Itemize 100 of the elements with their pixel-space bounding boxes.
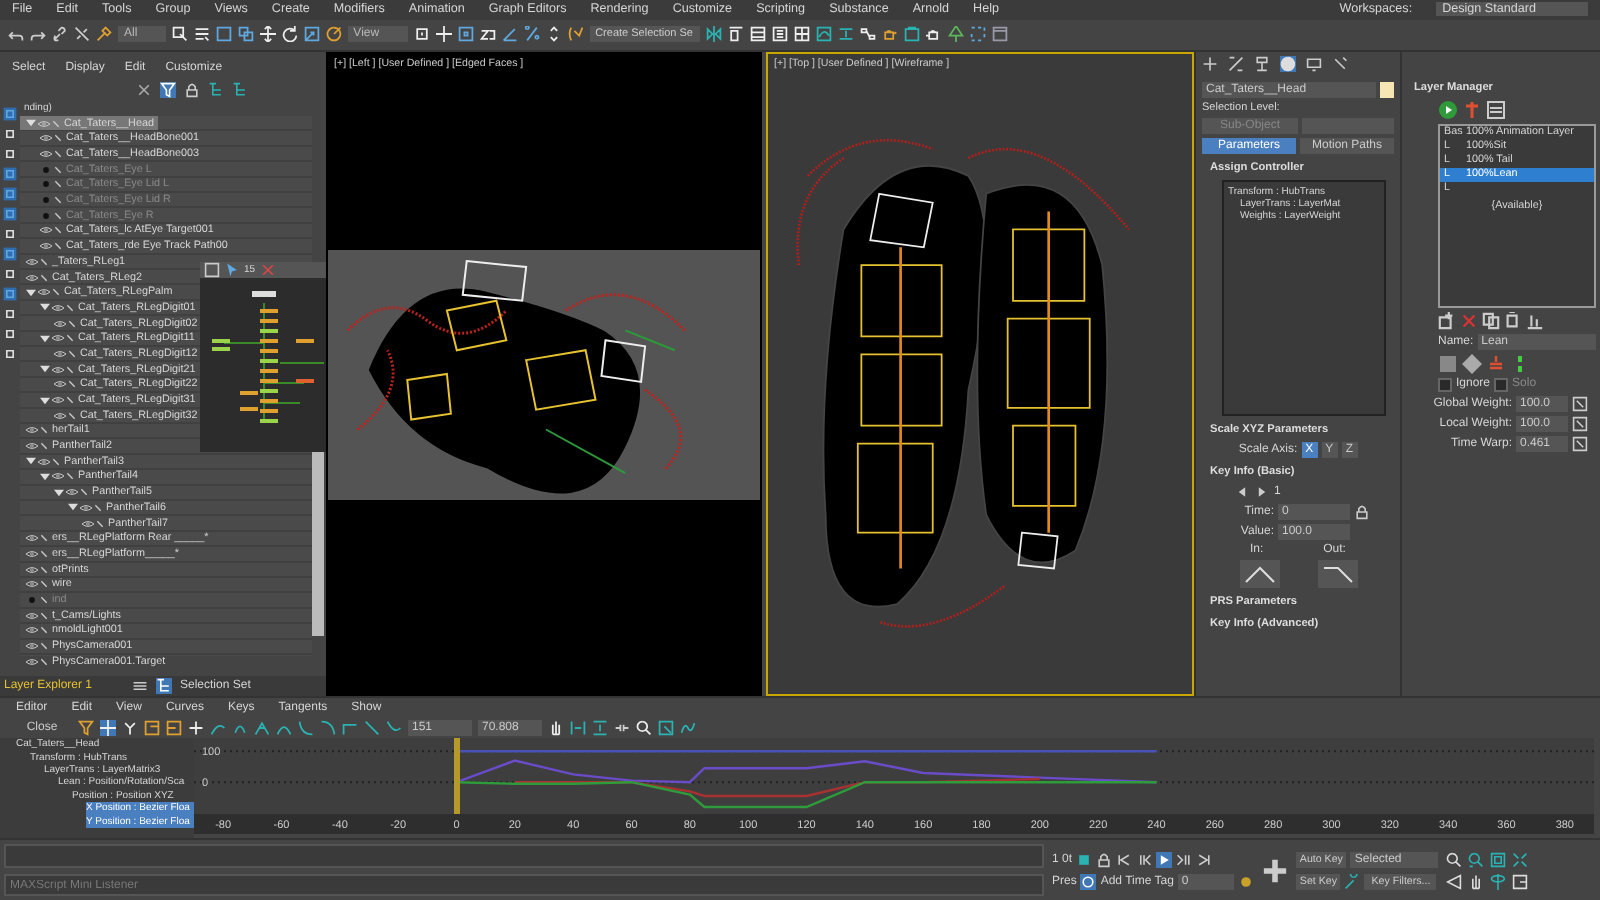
tangent-out-button[interactable] <box>1317 559 1357 588</box>
eye-icon[interactable] <box>54 380 66 389</box>
tree-icon[interactable] <box>947 26 963 43</box>
time-slider-line[interactable] <box>453 738 460 815</box>
key-icon[interactable] <box>1572 435 1588 452</box>
eye-icon[interactable] <box>40 150 52 159</box>
select-by-name-icon[interactable] <box>193 26 210 43</box>
zoom-all-icon[interactable] <box>1468 851 1485 868</box>
key-icon[interactable] <box>1572 395 1588 412</box>
hierarchy-icon[interactable] <box>1254 56 1270 73</box>
key-icon[interactable] <box>1344 873 1361 890</box>
window-icon[interactable] <box>991 26 1007 43</box>
display-icon[interactable] <box>1306 56 1322 73</box>
select-icon[interactable] <box>224 261 240 278</box>
modify-icon[interactable] <box>1228 56 1244 73</box>
move-icon[interactable] <box>259 26 276 43</box>
eye-icon[interactable] <box>26 611 38 620</box>
time-configuration-icon[interactable] <box>1237 873 1254 890</box>
eye-icon[interactable] <box>52 303 64 312</box>
pivot-icon[interactable] <box>413 26 430 43</box>
undo-icon[interactable] <box>8 26 24 43</box>
eye-icon[interactable] <box>26 442 38 451</box>
layer-list-icon[interactable] <box>749 26 765 43</box>
tangent-auto-icon[interactable] <box>254 719 270 736</box>
hidden-dot-icon[interactable] <box>40 165 52 174</box>
zoom-icon[interactable] <box>636 719 652 736</box>
eye-icon[interactable] <box>26 426 38 435</box>
eye-icon[interactable] <box>52 396 64 405</box>
link-icon[interactable] <box>52 26 68 43</box>
scale-keys-icon[interactable] <box>144 719 160 736</box>
orbit-icon[interactable] <box>1490 873 1507 890</box>
bind-icon[interactable] <box>96 26 112 43</box>
field-of-view-icon[interactable] <box>1446 873 1463 890</box>
eye-icon[interactable] <box>80 503 92 512</box>
hidden-dot-icon[interactable] <box>26 595 38 604</box>
eye-icon[interactable] <box>40 134 52 143</box>
key-icon[interactable] <box>1572 415 1588 432</box>
eye-icon[interactable] <box>82 519 94 528</box>
dope-sheet-icon[interactable] <box>837 26 853 43</box>
zoom-icon[interactable] <box>1446 851 1463 868</box>
eye-icon[interactable] <box>54 319 66 328</box>
pan-hand-icon[interactable] <box>548 719 564 736</box>
isolate-icon[interactable] <box>1076 851 1093 868</box>
align-icon[interactable] <box>727 26 743 43</box>
expand-triangle-icon[interactable] <box>40 395 50 406</box>
eye-icon[interactable] <box>26 549 38 558</box>
snap-toggle-icon[interactable] <box>457 26 474 43</box>
lock-icon[interactable] <box>1354 503 1370 520</box>
copy-icon[interactable] <box>1482 311 1500 330</box>
frame-horizontal-icon[interactable] <box>570 719 586 736</box>
tangent-slow-icon[interactable] <box>320 719 336 736</box>
expand-triangle-icon[interactable] <box>26 118 36 129</box>
unlink-icon[interactable] <box>74 26 90 43</box>
eye-icon[interactable] <box>26 657 38 666</box>
next-frame-icon[interactable] <box>1176 851 1193 868</box>
function-curve[interactable] <box>456 781 1157 809</box>
eye-icon[interactable] <box>26 565 38 574</box>
zoom-extents-all-icon[interactable] <box>1512 851 1529 868</box>
utilities-icon[interactable] <box>1332 56 1348 73</box>
link-chain-icon[interactable] <box>614 719 630 736</box>
eye-icon[interactable] <box>26 580 38 589</box>
eye-icon[interactable] <box>38 119 50 128</box>
maximize-viewport-icon[interactable] <box>1512 873 1529 890</box>
go-to-start-icon[interactable] <box>1116 851 1133 868</box>
move-keys-icon[interactable] <box>100 719 116 736</box>
curve-editor-icon[interactable] <box>815 26 831 43</box>
placement-icon[interactable] <box>325 26 342 43</box>
lock-icon[interactable] <box>1096 851 1113 868</box>
eye-icon[interactable] <box>26 534 38 543</box>
draw-curve-icon[interactable] <box>210 719 226 736</box>
frame-values-icon[interactable] <box>592 719 608 736</box>
tangent-linear-icon[interactable] <box>364 719 380 736</box>
rectangle-selection-icon[interactable] <box>215 26 232 43</box>
isolate-curve-icon[interactable] <box>680 719 696 736</box>
paste-icon[interactable] <box>1504 311 1522 330</box>
angle-snap-icon[interactable] <box>501 26 518 43</box>
window-crossing-icon[interactable] <box>237 26 254 43</box>
ribbon-icon[interactable] <box>771 26 787 43</box>
schematic-icon[interactable] <box>859 26 875 43</box>
expand-triangle-icon[interactable] <box>40 333 50 344</box>
eye-icon[interactable] <box>52 472 64 481</box>
eye-icon[interactable] <box>66 488 78 497</box>
pan-hand-icon[interactable] <box>1468 873 1485 890</box>
eye-icon[interactable] <box>52 334 64 343</box>
eye-icon[interactable] <box>40 242 52 251</box>
eye-icon[interactable] <box>38 288 50 297</box>
eye-icon[interactable] <box>52 365 64 374</box>
layers-icon[interactable] <box>132 678 148 695</box>
render-teapot-icon[interactable] <box>925 26 941 43</box>
teapot-icon[interactable] <box>881 26 897 43</box>
tangent-fast-icon[interactable] <box>298 719 314 736</box>
select-object-icon[interactable] <box>171 26 188 43</box>
hidden-dot-icon[interactable] <box>40 180 52 189</box>
eye-icon[interactable] <box>26 626 38 635</box>
eye-icon[interactable] <box>54 411 66 420</box>
eye-icon[interactable] <box>26 257 38 266</box>
set-key-plus-icon[interactable] <box>1261 857 1288 884</box>
previous-frame-icon[interactable] <box>1136 851 1153 868</box>
expand-triangle-icon[interactable] <box>40 364 50 375</box>
add-key-icon[interactable] <box>188 719 204 736</box>
